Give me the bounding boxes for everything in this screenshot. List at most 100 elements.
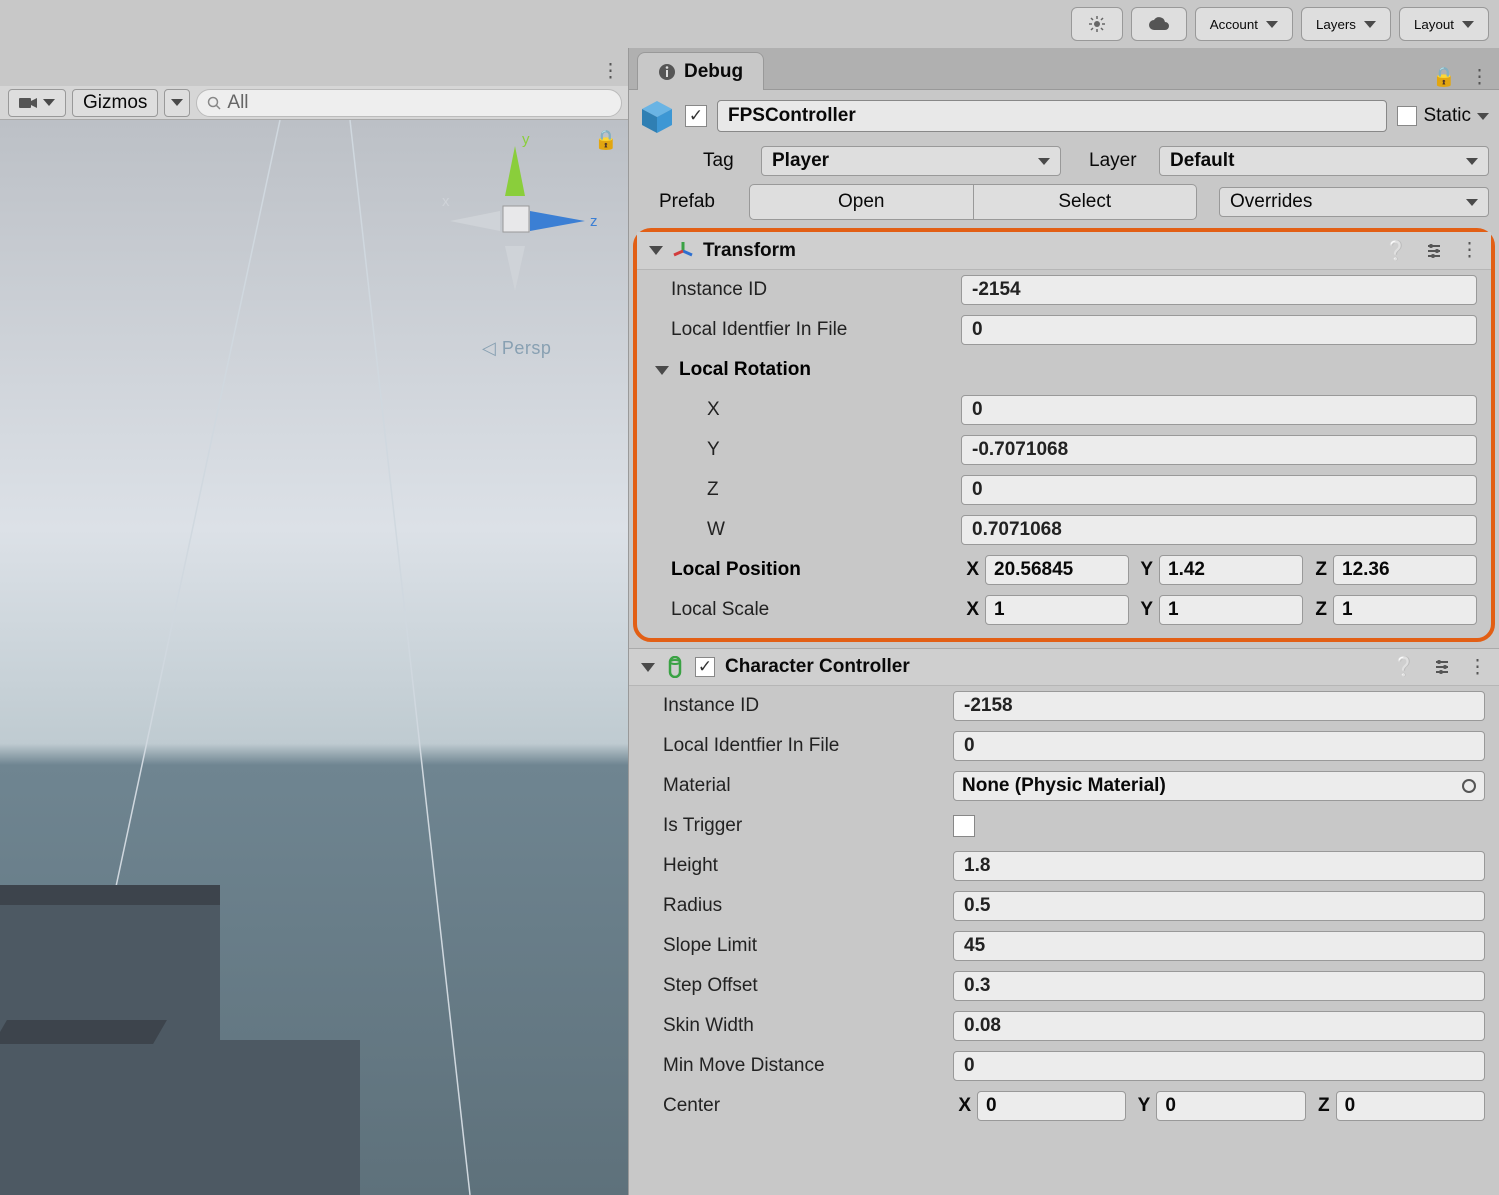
position-x-input[interactable]: 20.56845 — [985, 555, 1129, 585]
foldout-icon[interactable] — [641, 663, 655, 672]
cc-slope-input[interactable]: 45 — [953, 931, 1485, 961]
persp-label: ◁ Persp — [482, 338, 551, 359]
charactercontroller-title: Character Controller — [725, 656, 910, 678]
cc-center-y-input[interactable]: 0 — [1156, 1091, 1305, 1121]
gameobject-header: FPSController Static — [629, 90, 1499, 142]
transform-title: Transform — [703, 240, 796, 262]
scene-panel-menu[interactable]: ⋮ — [0, 57, 628, 86]
layout-dropdown[interactable]: Layout — [1399, 7, 1489, 41]
scene-search-input[interactable]: All — [196, 89, 622, 117]
cc-radius-input[interactable]: 0.5 — [953, 891, 1485, 921]
layout-label: Layout — [1414, 17, 1454, 32]
layer-dropdown[interactable]: Default — [1159, 146, 1489, 176]
rotation-z-label: Z — [707, 479, 961, 501]
foldout-icon[interactable] — [655, 366, 669, 375]
cc-minmove-input[interactable]: 0 — [953, 1051, 1485, 1081]
prefab-open-button[interactable]: Open — [749, 184, 974, 220]
rotation-z-input[interactable]: 0 — [961, 475, 1477, 505]
info-icon — [658, 63, 676, 81]
cc-step-input[interactable]: 0.3 — [953, 971, 1485, 1001]
transform-icon — [673, 241, 693, 261]
charactercontroller-icon — [665, 656, 685, 678]
layers-dropdown[interactable]: Layers — [1301, 7, 1391, 41]
cc-height-input[interactable]: 1.8 — [953, 851, 1485, 881]
local-position-label: Local Position — [671, 559, 961, 581]
foldout-icon[interactable] — [649, 246, 663, 255]
rotation-x-input[interactable]: 0 — [961, 395, 1477, 425]
gizmos-split[interactable] — [164, 89, 190, 117]
prefab-select-button[interactable]: Select — [974, 184, 1198, 220]
kebab-icon[interactable]: ⋮ — [1470, 66, 1489, 89]
camera-dropdown[interactable] — [8, 89, 66, 117]
cc-material-field[interactable]: None (Physic Material) — [953, 771, 1485, 801]
kebab-icon[interactable]: ⋮ — [1460, 239, 1479, 262]
cc-center-x-input[interactable]: 0 — [977, 1091, 1126, 1121]
chevron-down-icon — [1038, 158, 1050, 165]
scene-geometry — [0, 1040, 360, 1195]
cc-minmove-label: Min Move Distance — [663, 1055, 953, 1077]
rotation-x-label: X — [707, 399, 961, 421]
instanceid-input[interactable]: -2154 — [961, 275, 1477, 305]
gizmos-dropdown[interactable]: Gizmos — [72, 89, 158, 117]
help-icon[interactable]: ❔ — [1392, 655, 1416, 679]
help-icon[interactable]: ❔ — [1384, 239, 1408, 263]
scale-z-input[interactable]: 1 — [1333, 595, 1477, 625]
local-scale-label: Local Scale — [671, 599, 961, 621]
cc-istrigger-checkbox[interactable] — [953, 815, 975, 837]
rotation-w-input[interactable]: 0.7071068 — [961, 515, 1477, 545]
orientation-gizmo[interactable]: y z x — [430, 126, 600, 326]
static-checkbox[interactable] — [1397, 106, 1417, 126]
kebab-icon[interactable]: ⋮ — [1468, 656, 1487, 679]
static-label: Static — [1423, 105, 1471, 127]
gameobject-name: FPSController — [728, 105, 856, 127]
gameobject-name-input[interactable]: FPSController — [717, 100, 1387, 132]
gizmos-label: Gizmos — [83, 92, 147, 114]
prefab-overrides-dropdown[interactable]: Overrides — [1219, 187, 1489, 217]
tag-label: Tag — [703, 150, 751, 172]
cc-center-z-input[interactable]: 0 — [1336, 1091, 1485, 1121]
tag-dropdown[interactable]: Player — [761, 146, 1061, 176]
prefab-label: Prefab — [659, 191, 739, 213]
scene-view[interactable]: 🔒 y z x ◁ Persp — [0, 120, 628, 1195]
chevron-down-icon — [1266, 21, 1278, 28]
object-picker-icon[interactable] — [1462, 779, 1476, 793]
rotation-y-input[interactable]: -0.7071068 — [961, 435, 1477, 465]
scene-geometry — [0, 885, 220, 905]
lock-icon[interactable]: 🔒 — [1432, 65, 1456, 89]
local-rotation-label: Local Rotation — [679, 359, 969, 381]
component-enabled-checkbox[interactable] — [695, 657, 715, 677]
cloud-icon-button[interactable] — [1131, 7, 1187, 41]
light-icon-button[interactable] — [1071, 7, 1123, 41]
localid-input[interactable]: 0 — [961, 315, 1477, 345]
transform-header[interactable]: Transform ❔ ⋮ — [637, 232, 1491, 270]
cc-center-label: Center — [663, 1095, 953, 1117]
active-checkbox[interactable] — [685, 105, 707, 127]
scale-x-input[interactable]: 1 — [985, 595, 1129, 625]
cc-skin-input[interactable]: 0.08 — [953, 1011, 1485, 1041]
scene-search-placeholder: All — [227, 92, 248, 114]
static-toggle[interactable]: Static — [1397, 105, 1489, 127]
account-label: Account — [1210, 17, 1258, 32]
charactercontroller-header[interactable]: Character Controller ❔ ⋮ — [629, 648, 1499, 686]
account-dropdown[interactable]: Account — [1195, 7, 1293, 41]
position-y-input[interactable]: 1.42 — [1159, 555, 1303, 585]
cc-localid-input[interactable]: 0 — [953, 731, 1485, 761]
gameobject-icon — [639, 98, 675, 134]
layer-label: Layer — [1089, 150, 1149, 172]
cc-instanceid-input[interactable]: -2158 — [953, 691, 1485, 721]
scale-y-input[interactable]: 1 — [1159, 595, 1303, 625]
settings-icon[interactable] — [1426, 243, 1442, 259]
position-z-input[interactable]: 12.36 — [1333, 555, 1477, 585]
scene-toolbar: Gizmos All — [0, 86, 628, 120]
chevron-down-icon — [1466, 199, 1478, 206]
cc-skin-label: Skin Width — [663, 1015, 953, 1037]
transform-highlight: Transform ❔ ⋮ Instance ID-2154 Local Ide… — [633, 228, 1495, 642]
rotation-w-label: W — [707, 519, 961, 541]
cc-localid-label: Local Identfier In File — [663, 735, 953, 757]
cc-instanceid-label: Instance ID — [663, 695, 953, 717]
settings-icon[interactable] — [1434, 659, 1450, 675]
chevron-down-icon — [171, 99, 183, 106]
cc-height-label: Height — [663, 855, 953, 877]
tab-debug[interactable]: Debug — [637, 52, 764, 90]
tag-value: Player — [772, 150, 829, 172]
